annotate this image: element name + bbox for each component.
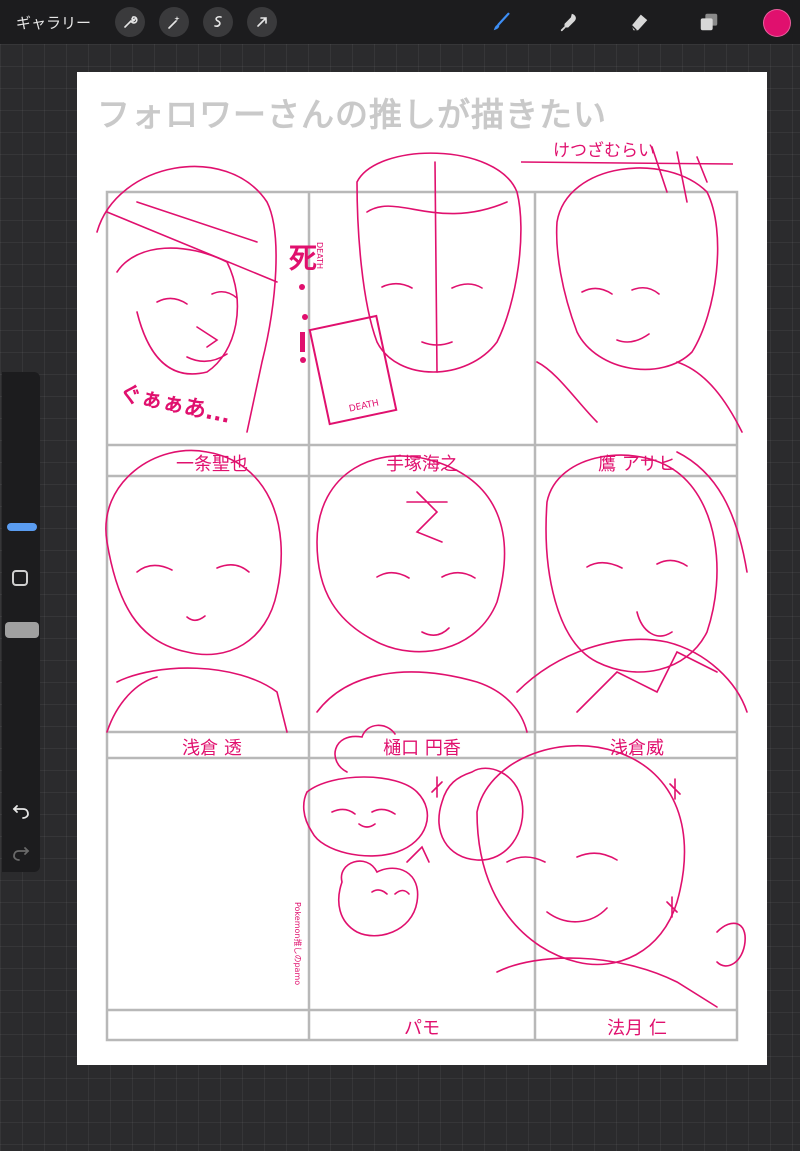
magic-wand-icon[interactable] xyxy=(159,7,190,37)
cell-label-8: パモ xyxy=(404,1018,440,1039)
cell-label-5: 樋口 円香 xyxy=(383,738,461,759)
drawing-canvas[interactable]: フォロワーさんの推しが描きたい けつざむらい 死 DEATH DEATH ぐぁぁ… xyxy=(77,72,767,1065)
color-picker-swatch[interactable] xyxy=(763,9,791,37)
card-text: DEATH xyxy=(348,398,380,414)
exclamation-kanji: 死 xyxy=(289,242,317,275)
cell-label-6: 浅倉威 xyxy=(610,738,664,759)
cell-label-9: 法月 仁 xyxy=(607,1018,667,1039)
gallery-button[interactable]: ギャラリー xyxy=(16,12,91,33)
pamo-note: Pokemon推しのpamo xyxy=(293,902,303,985)
exclamation-sub: DEATH xyxy=(315,242,324,269)
opacity-slider-handle[interactable] xyxy=(5,622,39,638)
left-sidebar xyxy=(2,372,40,872)
redo-icon[interactable] xyxy=(10,842,32,864)
panel-grid xyxy=(105,190,739,1042)
cell-label-3: 鷹 アサヒ xyxy=(598,454,676,475)
cell-label-4: 浅倉 透 xyxy=(182,738,242,759)
death-card: DEATH xyxy=(308,314,398,426)
square-modify-icon[interactable] xyxy=(12,570,28,586)
smudge-icon[interactable] xyxy=(555,7,585,37)
brush-size-handle[interactable] xyxy=(7,523,37,531)
sketch-layer: 死 DEATH DEATH ぐぁぁあ... Pokemon推しのpamo xyxy=(96,146,748,1042)
brush-size-slider[interactable] xyxy=(5,382,39,522)
brush-icon[interactable] xyxy=(487,7,517,37)
portrait-sketches xyxy=(96,146,748,1008)
wrench-icon[interactable] xyxy=(115,7,146,37)
cell-label-1: 一条聖也 xyxy=(176,454,248,475)
cell-label-2: 手塚海之 xyxy=(386,454,458,475)
layers-icon[interactable] xyxy=(694,7,724,37)
death-exclamation: 死 DEATH xyxy=(289,242,324,363)
undo-icon[interactable] xyxy=(10,800,32,822)
transform-arrow-icon[interactable] xyxy=(247,7,278,37)
eraser-icon[interactable] xyxy=(624,7,654,37)
top-toolbar: ギャラリー xyxy=(0,0,800,44)
sfx-text: ぐぁぁあ... xyxy=(117,381,233,429)
selection-icon[interactable] xyxy=(203,7,234,37)
